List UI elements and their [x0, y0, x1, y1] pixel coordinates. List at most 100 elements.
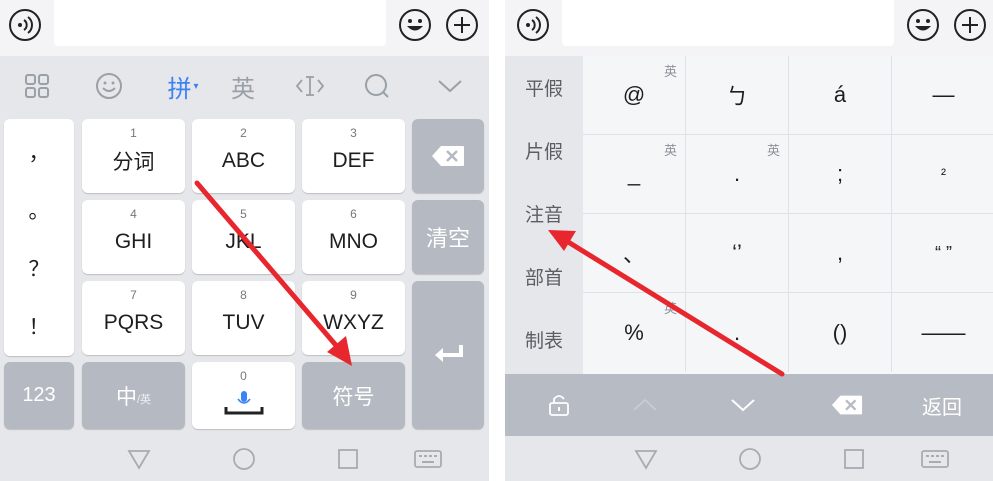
punct-exclaim-key[interactable]: ！ [4, 311, 74, 341]
recents-square-icon[interactable] [335, 446, 361, 472]
symbol-cell[interactable]: “ ” [892, 214, 993, 293]
text-input-box[interactable] [54, 0, 386, 46]
key-num: 5 [240, 207, 247, 221]
text-input-box[interactable] [562, 0, 894, 46]
search-icon[interactable] [357, 66, 397, 106]
keyboard-switch-icon[interactable] [414, 446, 442, 472]
symbol-cell[interactable]: 、 [583, 214, 686, 293]
symbol-text: ㄅ [725, 84, 748, 109]
symbol-cell[interactable]: , [789, 214, 892, 293]
voice-speaker-icon[interactable] [8, 8, 42, 42]
number-mode-key[interactable]: 123 [4, 362, 74, 429]
punct-comma-key[interactable]: ， [4, 137, 74, 167]
symbol-cell[interactable]: % 英 [583, 293, 686, 372]
symbol-cell[interactable]: ; [789, 135, 892, 214]
symbol-cell[interactable]: — [892, 56, 993, 135]
english-tag: 英 [663, 64, 677, 79]
symbol-text: “ ” [935, 242, 952, 263]
key-8-tuv[interactable]: 8 TUV [192, 281, 295, 355]
symbol-text: % [624, 319, 644, 345]
grid-menu-icon[interactable] [17, 66, 57, 106]
top-bar [0, 0, 489, 56]
english-mode-tab[interactable]: 英 [223, 66, 263, 106]
symbol-key[interactable]: 符号 [302, 362, 405, 429]
key-label: 分词 [112, 151, 155, 174]
key-9-wxyz[interactable]: 9 WXYZ [302, 281, 405, 355]
page-up-icon[interactable] [625, 384, 665, 426]
pinyin-label: 拼 [167, 75, 192, 103]
symbol-cell[interactable]: ㄅ [686, 56, 789, 135]
key-3-def[interactable]: 3 DEF [302, 119, 405, 193]
symbol-cell[interactable]: . [686, 293, 789, 372]
symbol-text: , [836, 240, 844, 265]
symbol-grid: @ 英 ㄅ á — _ 英 .英 ; ² 、 ‘’ , “ ” % 英 . () —— [583, 56, 993, 374]
symbol-text: . [733, 319, 741, 345]
category-zhuyin[interactable]: 注音 [505, 182, 583, 245]
category-radicals[interactable]: 部首 [505, 245, 583, 308]
key-num: 6 [350, 207, 357, 221]
collapse-keyboard-icon[interactable] [430, 66, 470, 106]
backspace-icon[interactable] [825, 384, 869, 426]
backspace-key[interactable] [412, 119, 484, 193]
symbol-text: ‘’ [732, 240, 742, 265]
en-small-label: /英 [136, 393, 152, 406]
back-triangle-icon[interactable] [126, 446, 152, 472]
punct-question-key[interactable]: ？ [4, 253, 74, 283]
symbol-cell[interactable]: ² [892, 135, 993, 214]
home-circle-icon[interactable] [737, 446, 763, 472]
back-triangle-icon[interactable] [633, 446, 659, 472]
keyboard-toolbar: 拼 ▾ 英 [0, 56, 489, 114]
symbol-cell[interactable]: ‘’ [686, 214, 789, 293]
symbol-text: ² [941, 165, 946, 183]
lock-icon[interactable] [539, 384, 579, 426]
system-nav-bar [505, 437, 993, 481]
symbol-cell[interactable]: .英 [686, 135, 789, 214]
key-label: DEF [332, 149, 375, 172]
key-6-mno[interactable]: 6 MNO [302, 200, 405, 274]
cursor-edit-icon[interactable] [290, 66, 330, 106]
key-label: JKL [225, 230, 262, 253]
punctuation-column[interactable]: ， 。 ？ ！ [4, 119, 74, 356]
page-down-icon[interactable] [723, 384, 763, 426]
plus-icon[interactable] [445, 8, 479, 42]
voice-speaker-icon[interactable] [516, 8, 550, 42]
symbol-cell[interactable]: —— [892, 293, 993, 372]
key-num: 4 [130, 207, 137, 221]
symbol-text: () [832, 319, 848, 345]
space-voice-key[interactable]: 0 [192, 362, 295, 429]
category-box-drawing[interactable]: 制表 [505, 308, 583, 371]
key-2-abc[interactable]: 2 ABC [192, 119, 295, 193]
pinyin-mode-tab[interactable]: 拼 ▾ [158, 66, 208, 106]
category-hiragana[interactable]: 平假 [505, 56, 583, 119]
recents-square-icon[interactable] [841, 446, 867, 472]
plus-icon[interactable] [953, 8, 987, 42]
symbol-text: _ [627, 161, 641, 186]
punct-period-key[interactable]: 。 [4, 195, 74, 225]
enter-key[interactable] [412, 281, 484, 429]
keyboard-switch-icon[interactable] [921, 446, 949, 472]
key-1-fenci[interactable]: 1 分词 [82, 119, 185, 193]
symbol-cell[interactable]: () [789, 293, 892, 372]
symbol-category-list: 平假 片假 注音 部首 制表 [505, 56, 583, 374]
home-circle-icon[interactable] [231, 446, 257, 472]
category-katakana[interactable]: 片假 [505, 119, 583, 182]
symbol-text: — [932, 82, 955, 107]
panel-divider [489, 0, 505, 481]
emoji-face-icon[interactable] [89, 66, 129, 106]
cn-en-switch-key[interactable]: 中 /英 [82, 362, 185, 429]
key-num: 3 [350, 126, 357, 140]
key-num: 2 [240, 126, 247, 140]
english-tag: 英 [766, 143, 780, 158]
symbol-cell[interactable]: @ 英 [583, 56, 686, 135]
key-7-pqrs[interactable]: 7 PQRS [82, 281, 185, 355]
symbol-cell[interactable]: _ 英 [583, 135, 686, 214]
return-button[interactable]: 返回 [909, 384, 975, 426]
clear-key[interactable]: 清空 [412, 200, 484, 274]
backspace-icon [432, 146, 464, 166]
key-5-jkl[interactable]: 5 JKL [192, 200, 295, 274]
symbol-bottom-bar: 返回 [505, 374, 993, 436]
emoji-icon[interactable] [906, 8, 940, 42]
emoji-icon[interactable] [398, 8, 432, 42]
key-4-ghi[interactable]: 4 GHI [82, 200, 185, 274]
symbol-cell[interactable]: á [789, 56, 892, 135]
